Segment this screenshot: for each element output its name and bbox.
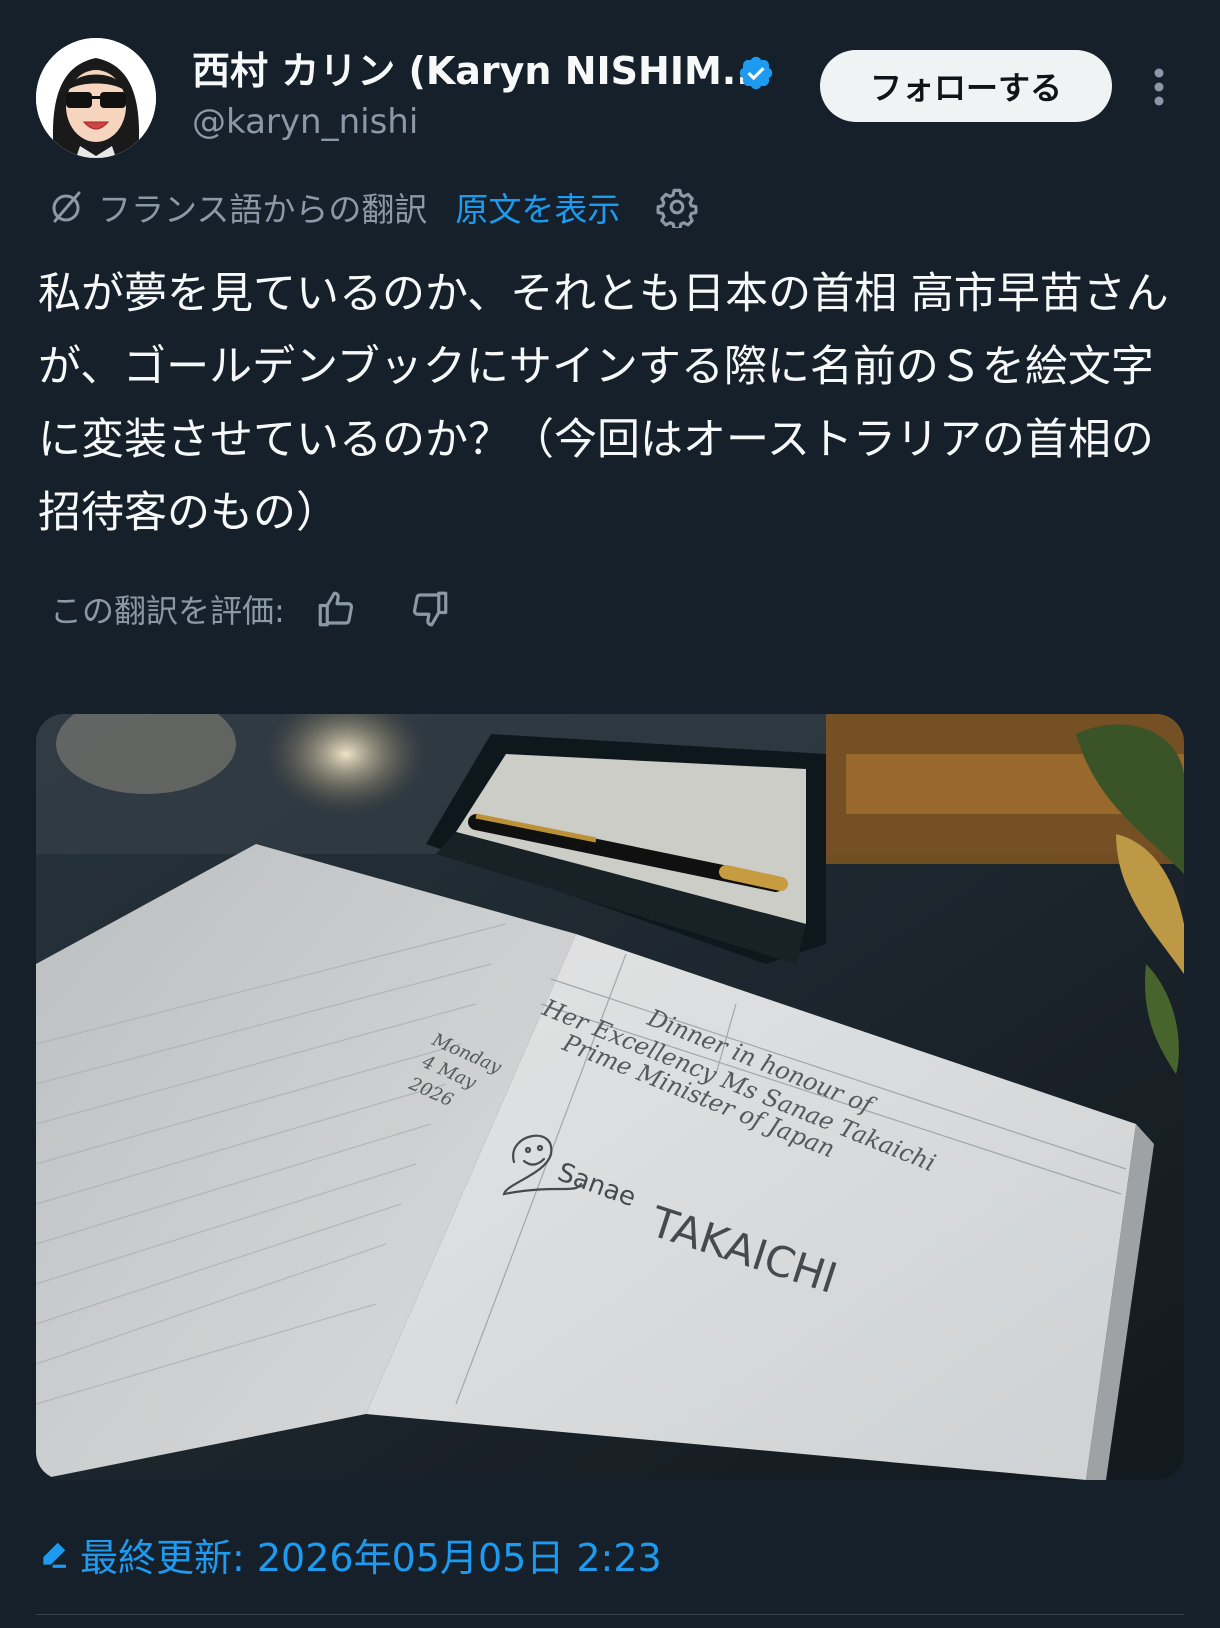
gear-icon[interactable] <box>656 186 698 228</box>
avatar[interactable] <box>36 38 156 158</box>
translate-icon <box>52 191 81 223</box>
show-original-link[interactable]: 原文を表示 <box>455 183 620 231</box>
tweet-photo[interactable]: Monday 4 May 2026 Dinner in honour of He… <box>36 714 1184 1480</box>
translated-from-label: フランス語からの翻訳 <box>98 190 428 229</box>
follow-button[interactable]: フォローする <box>820 50 1112 122</box>
author-handle[interactable]: @karyn_nishi <box>192 100 418 144</box>
more-vertical-icon[interactable] <box>1140 62 1178 112</box>
thumbs-down-icon[interactable] <box>409 588 451 630</box>
rate-translation-label: この翻訳を評価: <box>50 592 285 630</box>
thumbs-up-icon[interactable] <box>315 588 357 630</box>
last-updated-text: 最終更新: 2026年05月05日 2:23 <box>80 1535 662 1580</box>
rate-translation-bar: この翻訳を評価: <box>50 584 451 634</box>
guestbook-photo-image: Monday 4 May 2026 Dinner in honour of He… <box>36 714 1184 1480</box>
verified-badge-icon <box>739 56 773 90</box>
pencil-icon <box>43 1542 66 1568</box>
last-updated-bar[interactable]: 最終更新: 2026年05月05日 2:23 <box>38 1528 662 1580</box>
tweet-text: 私が夢を見ているのか、それとも日本の首相 高市早苗さんが、ゴールデンブックにサイ… <box>38 269 1169 538</box>
translation-bar: フランス語からの翻訳 原文を表示 <box>46 182 698 232</box>
avatar-cartoon-icon <box>36 38 156 158</box>
divider <box>36 1614 1184 1615</box>
author-display-name[interactable]: 西村 カリン (Karyn NISHIM... <box>192 46 765 96</box>
